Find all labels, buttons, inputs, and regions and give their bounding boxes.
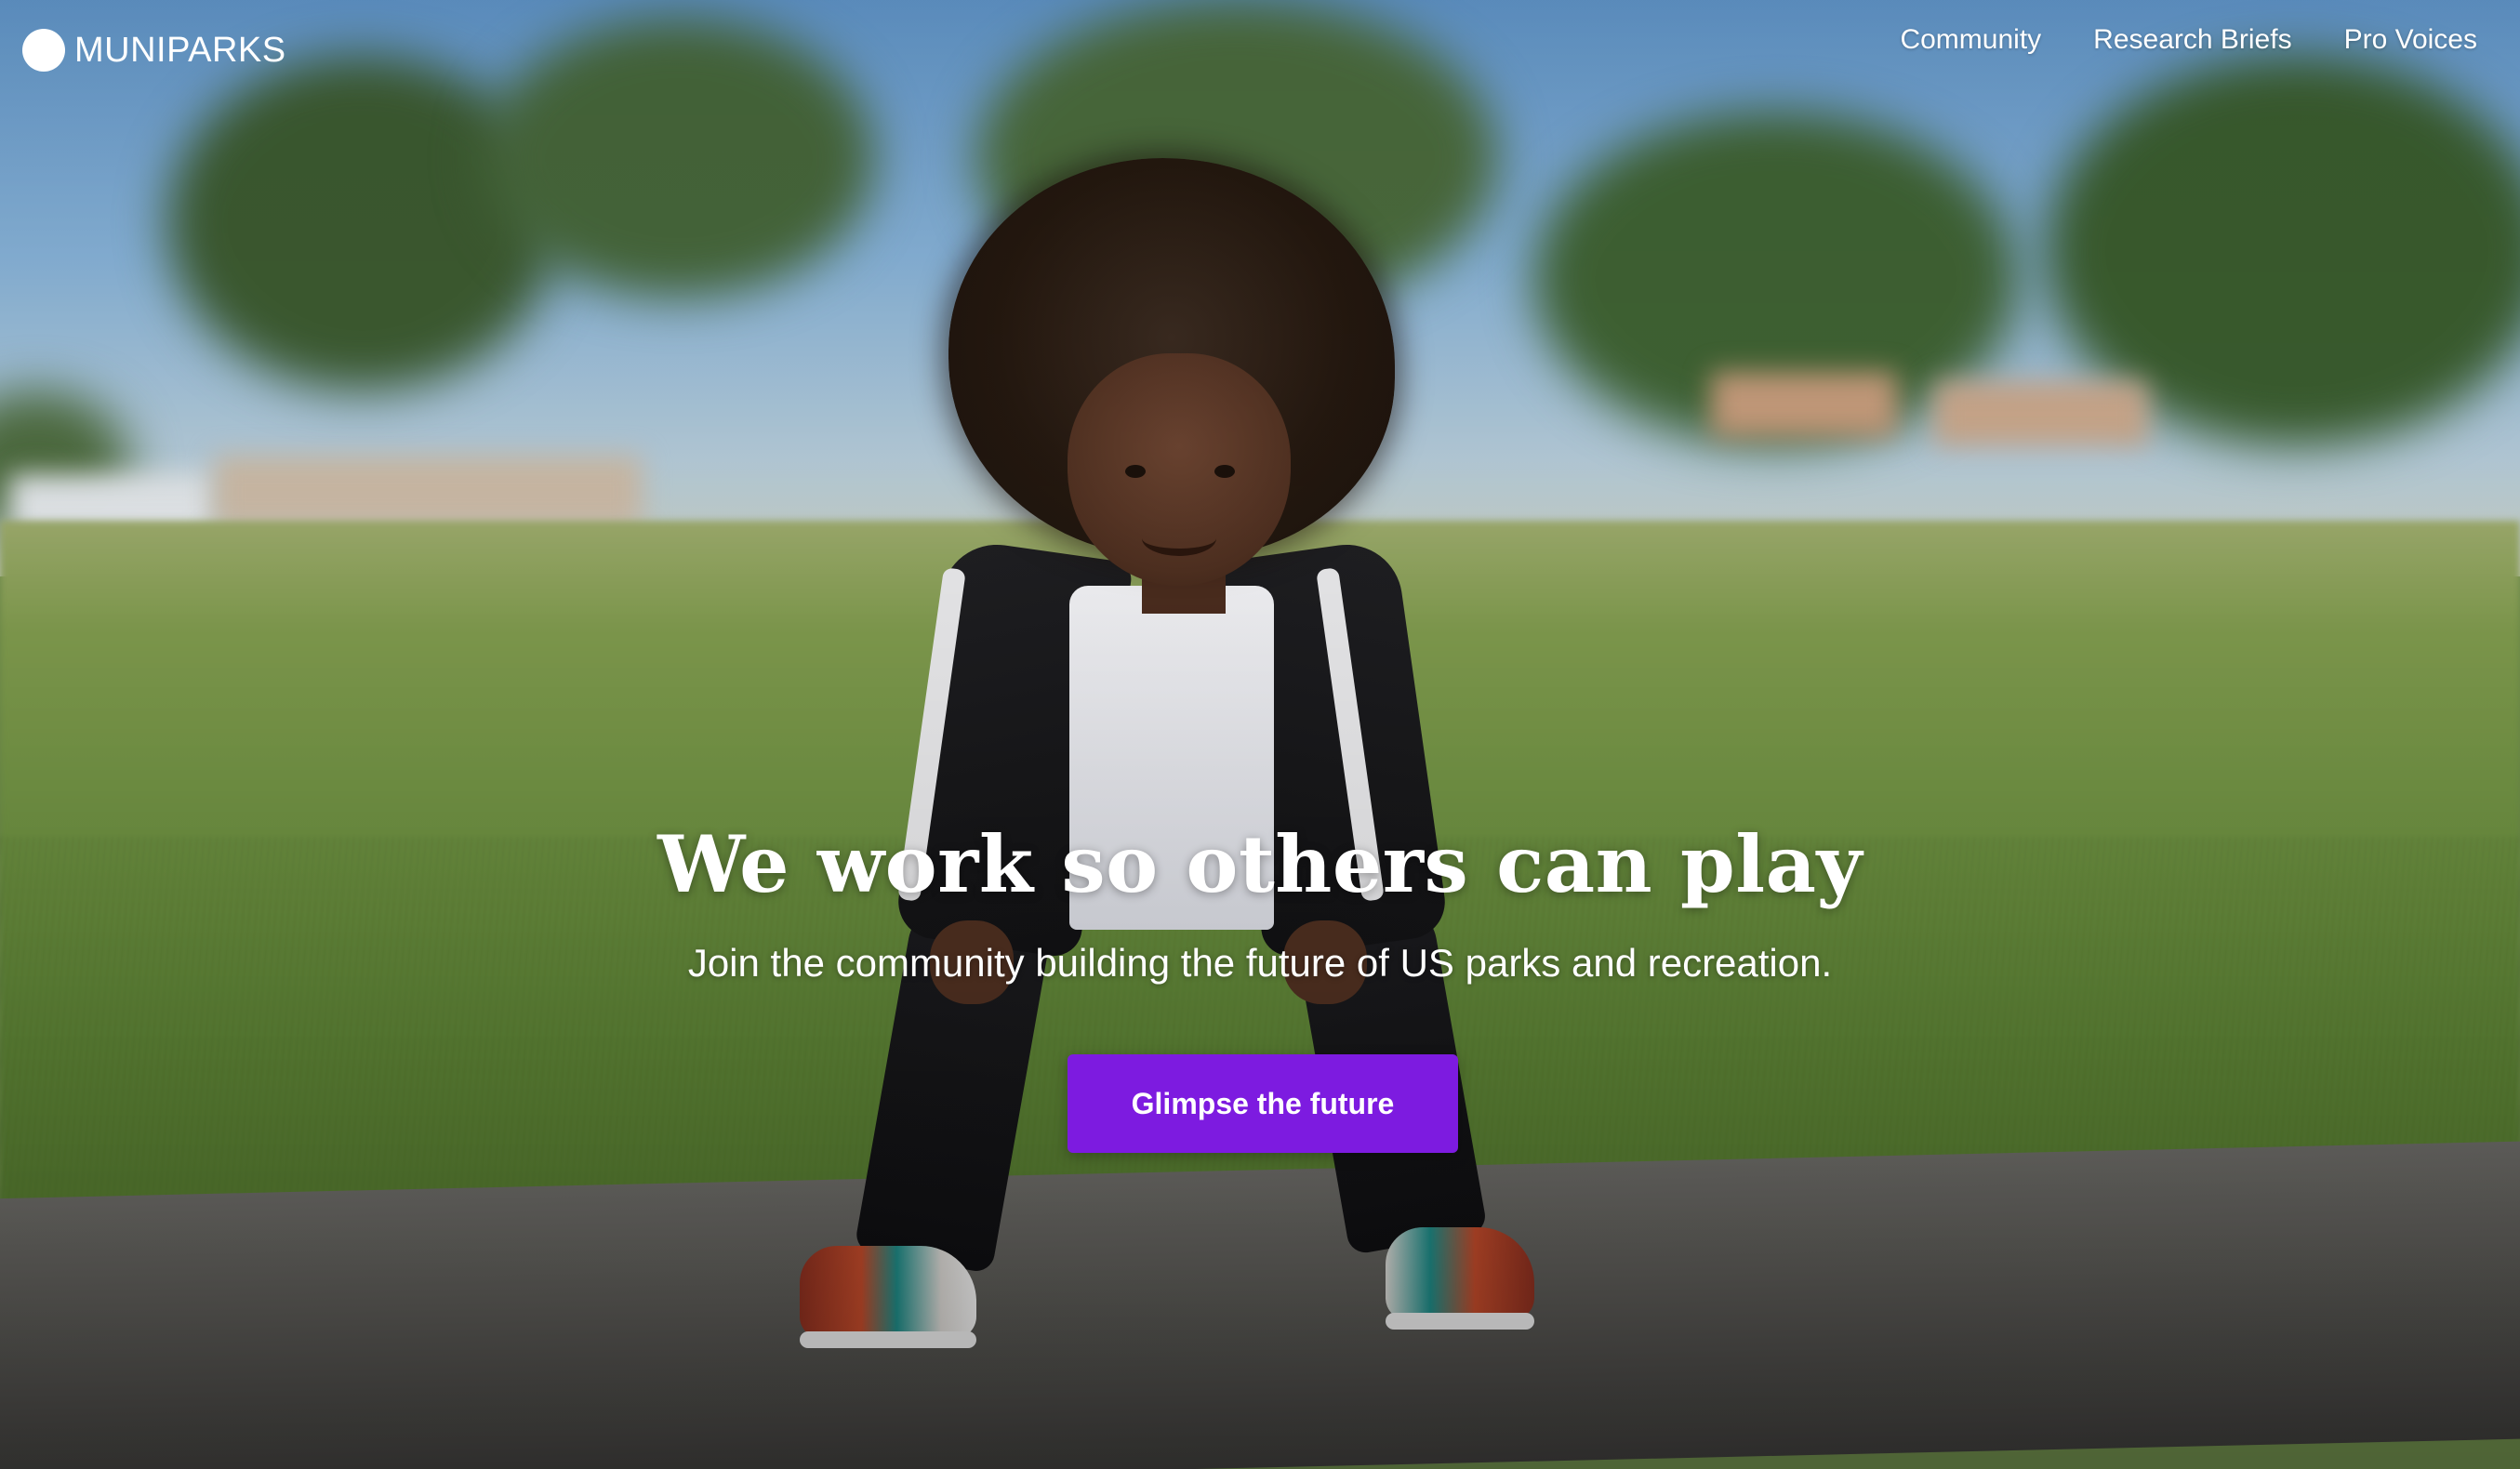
photo-shade-overlay [0, 0, 2520, 1469]
brand-name: MUNIPARKS [74, 30, 286, 70]
circle-logo-icon [22, 29, 65, 72]
hero-section: MUNIPARKS Community Research Briefs Pro … [0, 0, 2520, 1469]
brand-logo-link[interactable]: MUNIPARKS [22, 28, 286, 73]
hero-headline: We work so others can play [657, 818, 1863, 910]
nav-link-community[interactable]: Community [1900, 24, 2041, 56]
nav-links: Community Research Briefs Pro Voices [1900, 24, 2477, 56]
nav-link-pro-voices[interactable]: Pro Voices [2344, 24, 2477, 56]
glimpse-the-future-button[interactable]: Glimpse the future [1068, 1054, 1458, 1153]
nav-link-research-briefs[interactable]: Research Briefs [2093, 24, 2291, 56]
hero-subheadline: Join the community building the future o… [687, 941, 1833, 985]
top-navigation: MUNIPARKS Community Research Briefs Pro … [0, 0, 2520, 93]
